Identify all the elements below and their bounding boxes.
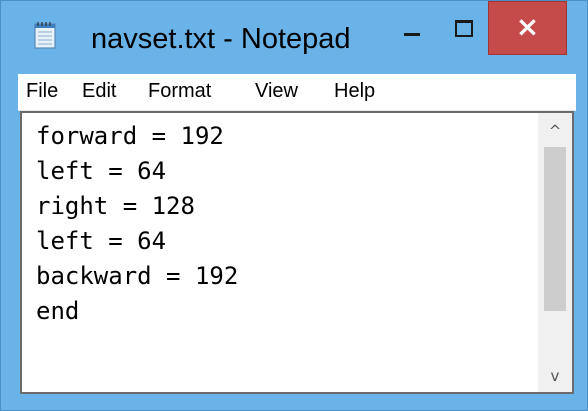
maximize-icon — [455, 20, 473, 37]
text-editor[interactable]: forward = 192 left = 64 right = 128 left… — [20, 111, 574, 394]
text-line: forward = 192 — [36, 122, 224, 150]
text-line: left = 64 — [36, 157, 167, 185]
maximize-button[interactable] — [439, 1, 489, 57]
menu-edit[interactable]: Edit — [82, 80, 116, 103]
menu-file[interactable]: File — [26, 80, 58, 103]
title-bar[interactable]: navset.txt - Notepad × — [1, 1, 587, 73]
close-button[interactable]: × — [488, 1, 567, 55]
notepad-window: navset.txt - Notepad × File Edit Format … — [0, 0, 588, 411]
text-line: backward = 192 — [36, 262, 239, 290]
editor-text-area[interactable]: forward = 192 left = 64 right = 128 left… — [36, 119, 532, 387]
menu-view[interactable]: View — [255, 80, 298, 103]
text-line: left = 64 — [36, 227, 167, 255]
minimize-button[interactable] — [389, 1, 439, 57]
text-line: right = 128 — [36, 192, 195, 220]
menu-help[interactable]: Help — [334, 80, 375, 103]
vertical-scrollbar[interactable]: ^ v — [538, 113, 572, 392]
close-icon: × — [515, 10, 540, 43]
notepad-icon[interactable] — [34, 21, 56, 49]
menu-format[interactable]: Format — [148, 80, 211, 103]
minimize-icon — [404, 33, 420, 36]
scroll-up-icon[interactable]: ^ — [538, 117, 572, 145]
menu-bar: File Edit Format View Help — [18, 74, 576, 111]
window-title: navset.txt - Notepad — [91, 23, 351, 55]
scroll-thumb[interactable] — [544, 147, 566, 311]
text-line: end — [36, 297, 80, 325]
scroll-down-icon[interactable]: v — [538, 362, 572, 390]
